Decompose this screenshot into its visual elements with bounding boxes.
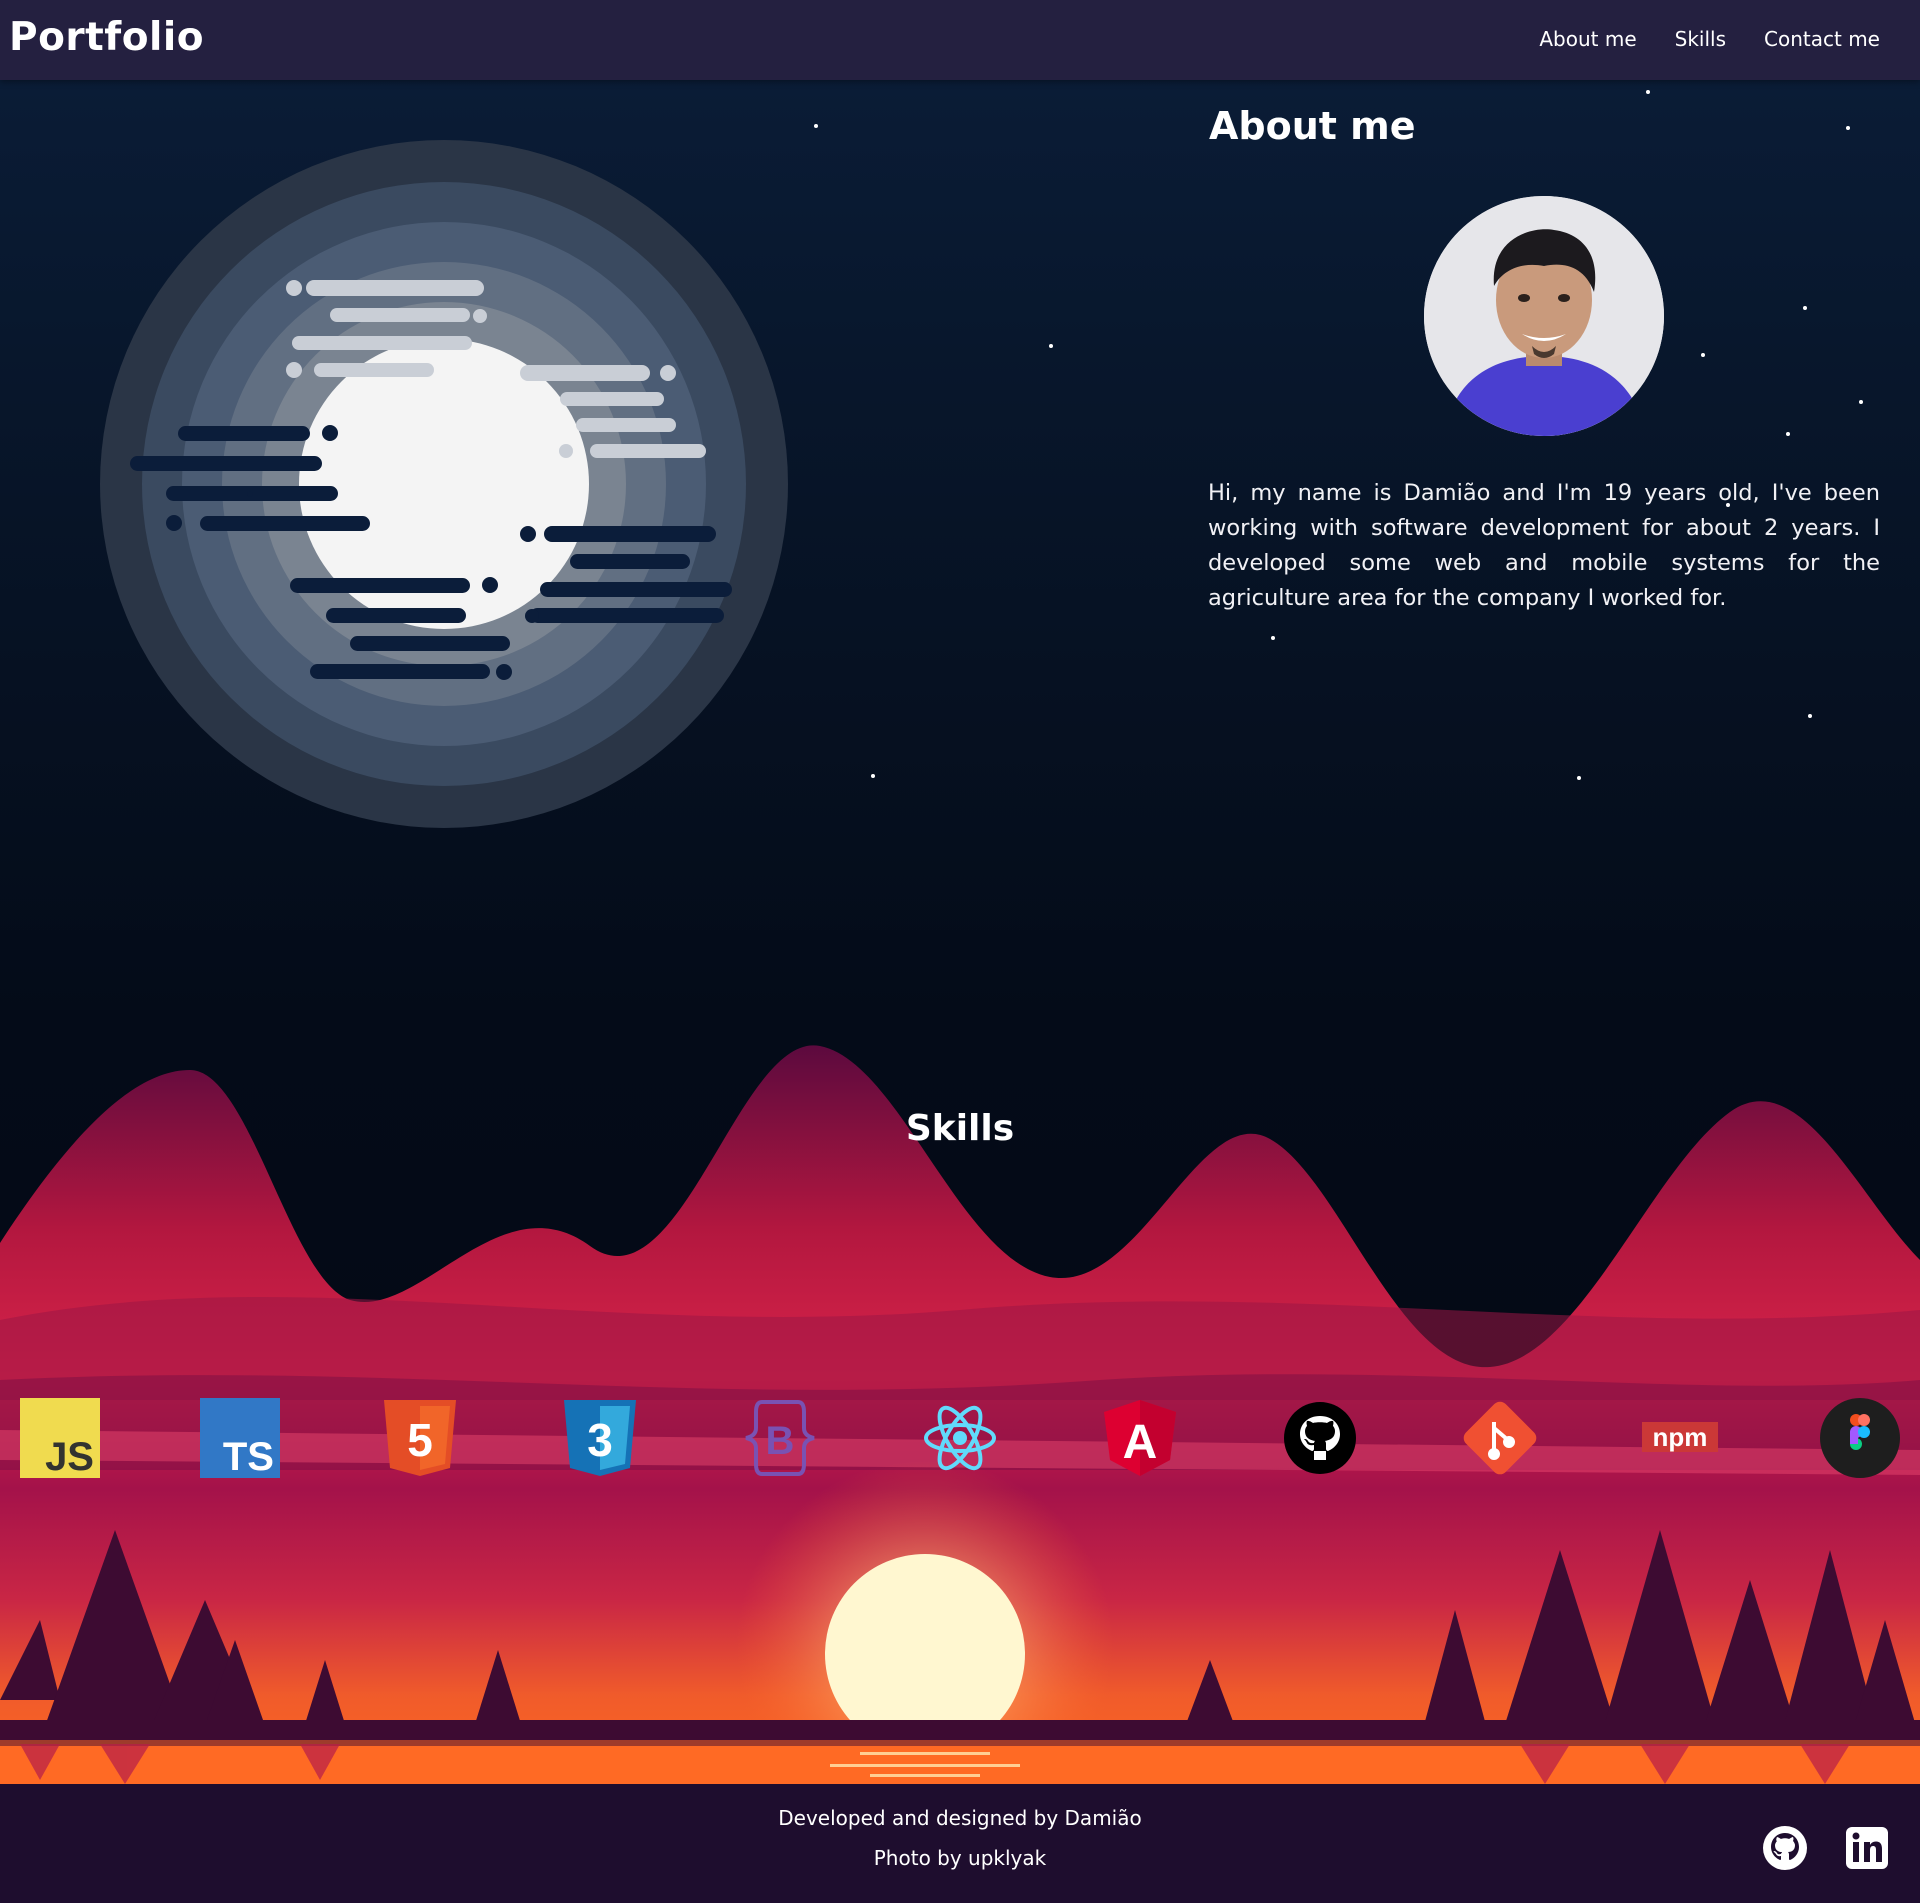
javascript-icon[interactable]: JS xyxy=(20,1398,100,1479)
avatar xyxy=(1424,196,1664,436)
about-description: Hi, my name is Damião and I'm 19 years o… xyxy=(1208,480,1880,611)
angular-icon[interactable]: A xyxy=(1100,1398,1180,1478)
css3-icon[interactable]: 3 xyxy=(560,1398,640,1478)
profile-photo xyxy=(1424,196,1664,436)
npm-icon[interactable]: npm xyxy=(1640,1398,1720,1478)
svg-text:TS: TS xyxy=(223,1435,274,1478)
footer-github-icon[interactable] xyxy=(1762,1825,1808,1871)
footer-credit: Developed and designed by Damião xyxy=(778,1806,1142,1830)
footer-linkedin-icon[interactable] xyxy=(1844,1825,1890,1871)
svg-text:5: 5 xyxy=(407,1414,433,1466)
nav-about-me[interactable]: About me xyxy=(1539,27,1636,51)
typescript-icon[interactable]: TS xyxy=(200,1398,280,1479)
html5-icon[interactable]: 5 xyxy=(380,1398,460,1478)
photo-credit: Photo by upklyak xyxy=(873,1846,1047,1870)
about-title: About me xyxy=(1209,104,1416,148)
footer xyxy=(0,1784,1920,1903)
svg-text:3: 3 xyxy=(587,1414,613,1466)
moon-illustration xyxy=(100,140,788,828)
svg-text:npm: npm xyxy=(1653,1422,1708,1452)
nav-skills[interactable]: Skills xyxy=(1675,27,1726,51)
svg-text:JS: JS xyxy=(45,1435,94,1478)
brand-logo[interactable]: Portfolio xyxy=(9,15,204,60)
git-icon[interactable] xyxy=(1460,1398,1540,1478)
skills-title: Skills xyxy=(905,1108,1015,1149)
github-icon[interactable] xyxy=(1280,1398,1360,1478)
nav-links: About me Skills Contact me xyxy=(1539,27,1880,51)
navbar: Portfolio About me Skills Contact me xyxy=(0,0,1920,80)
svg-text:B: B xyxy=(766,1419,795,1463)
react-icon[interactable] xyxy=(920,1398,1000,1478)
bootstrap-icon[interactable]: B xyxy=(740,1398,820,1478)
svg-text:A: A xyxy=(1123,1416,1158,1469)
nav-contact-me[interactable]: Contact me xyxy=(1764,27,1880,51)
figma-icon[interactable] xyxy=(1820,1398,1900,1478)
